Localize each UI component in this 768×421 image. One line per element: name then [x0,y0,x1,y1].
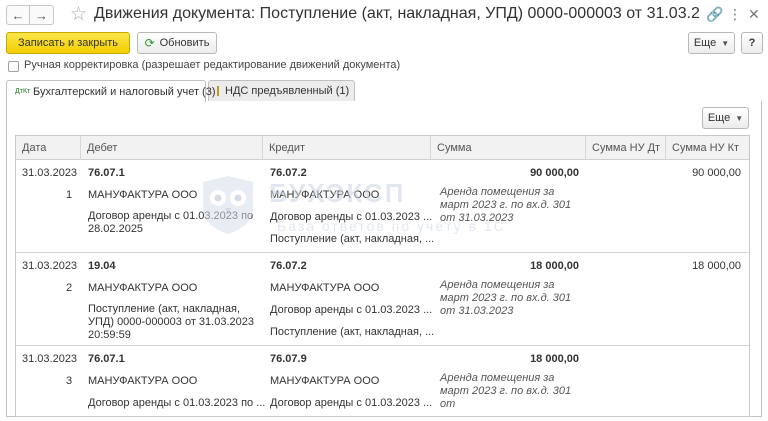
window-title: Движения документа: Поступление (акт, на… [94,5,700,22]
refresh-label: Обновить [159,37,210,49]
table-row[interactable]: 31.03.2023 3 76.07.1 МАНУФАКТУРА ООО Дог… [16,346,749,416]
posting-sum: 90 000,00 [530,167,579,179]
posting-sum: 18 000,00 [530,353,579,365]
link-icon[interactable]: 🔗 [706,6,723,23]
sum-nu-kt: 90 000,00 [692,167,741,179]
postings-table[interactable]: Дата Дебет Кредит Сумма Сумма НУ Дт Сумм… [15,135,750,417]
table-header: Дата Дебет Кредит Сумма Сумма НУ Дт Сумм… [16,136,749,160]
row-number: 3 [66,375,73,387]
column-sum[interactable]: Сумма [431,136,586,160]
debit-subconto-2: Поступление (акт, накладная, УПД) 0000-0… [88,303,254,341]
credit-subconto-2: Договор аренды с 01.03.2023 ... [270,397,433,409]
star-icon[interactable]: ☆ [70,3,87,26]
debit-account: 76.07.1 [88,353,125,365]
credit-subconto-3: Поступление (акт, накладная, ... [270,326,435,338]
tab-vat-label: НДС предъявленный (1) [225,85,350,97]
arrow-left-icon: ← [11,7,25,23]
credit-account: 76.07.2 [270,260,307,272]
debit-subconto-1: МАНУФАКТУРА ООО [88,282,198,294]
more-menu-button[interactable]: Еще ▼ [688,32,735,54]
credit-subconto-1: МАНУФАКТУРА ООО [270,282,380,294]
help-label: ? [748,37,756,49]
tab-accounting-label: Бухгалтерский и налоговый учет (3) [33,85,216,98]
debit-subconto-2: Договор аренды с 01.03.2023 по 28.02.202… [88,210,254,235]
chevron-down-icon: ▼ [735,113,744,123]
refresh-button[interactable]: ⟳ Обновить [137,32,217,54]
register-icon [217,86,219,96]
table-more-label: Еще [707,112,731,124]
column-date[interactable]: Дата [16,136,81,160]
debit-subconto-2: Договор аренды с 01.03.2023 по ... [88,397,266,409]
manual-correction-checkbox[interactable] [8,61,19,72]
column-debit[interactable]: Дебет [81,136,263,160]
credit-subconto-3: Поступление (акт, накладная, ... [270,233,435,245]
more-label: Еще [693,37,717,49]
posting-sum: 18 000,00 [530,260,579,272]
save-and-close-button[interactable]: Записать и закрыть [6,32,130,54]
posting-content: Аренда помещения за март 2023 г. по вх.д… [440,186,572,224]
table-more-button[interactable]: Еще ▼ [702,107,749,129]
debit-subconto-1: МАНУФАКТУРА ООО [88,375,198,387]
row-number: 1 [66,189,73,201]
posting-content: Аренда помещения за март 2023 г. по вх.д… [440,372,572,410]
save-and-close-label: Записать и закрыть [17,37,119,49]
tab-vat[interactable]: НДС предъявленный (1) [208,80,355,101]
forward-button[interactable]: → [30,5,54,25]
column-sum-nu-dt[interactable]: Сумма НУ Дт [586,136,666,160]
sum-nu-kt: 18 000,00 [692,260,741,272]
credit-account: 76.07.2 [270,167,307,179]
posting-content: Аренда помещения за март 2023 г. по вх.д… [440,279,572,317]
column-sum-nu-kt[interactable]: Сумма НУ Кт [666,136,749,160]
row-date: 31.03.2023 [22,353,78,365]
credit-subconto-1: МАНУФАКТУРА ООО [270,375,380,387]
manual-correction-label: Ручная корректировка (разрешает редактир… [24,59,401,71]
arrow-right-icon: → [35,7,48,23]
chevron-down-icon: ▼ [721,38,730,48]
column-credit[interactable]: Кредит [263,136,431,160]
debit-account: 19.04 [88,260,116,272]
help-button[interactable]: ? [741,32,763,54]
refresh-icon: ⟳ [144,36,155,50]
back-button[interactable]: ← [6,5,30,25]
row-number: 2 [66,282,73,294]
table-row[interactable]: 31.03.2023 1 76.07.1 МАНУФАКТУРА ООО Дог… [16,161,749,253]
credit-account: 76.07.9 [270,353,307,365]
table-row[interactable]: 31.03.2023 2 19.04 МАНУФАКТУРА ООО Посту… [16,253,749,346]
tab-accounting[interactable]: ДтКт Бухгалтерский и налоговый учет (3) [6,80,216,102]
credit-subconto-2: Договор аренды с 01.03.2023 ... [270,304,433,316]
row-date: 31.03.2023 [22,167,78,179]
close-icon[interactable]: ✕ [748,6,760,23]
debit-subconto-1: МАНУФАКТУРА ООО [88,189,198,201]
more-vertical-icon[interactable]: ⋮ [728,6,742,23]
credit-subconto-2: Договор аренды с 01.03.2023 ... [270,211,433,223]
title-bar: ← → ☆ Движения документа: Поступление (а… [0,0,768,30]
debit-credit-icon: ДтКт [15,88,31,95]
row-date: 31.03.2023 [22,260,78,272]
credit-subconto-1: МАНУФАКТУРА ООО [270,189,380,201]
debit-account: 76.07.1 [88,167,125,179]
